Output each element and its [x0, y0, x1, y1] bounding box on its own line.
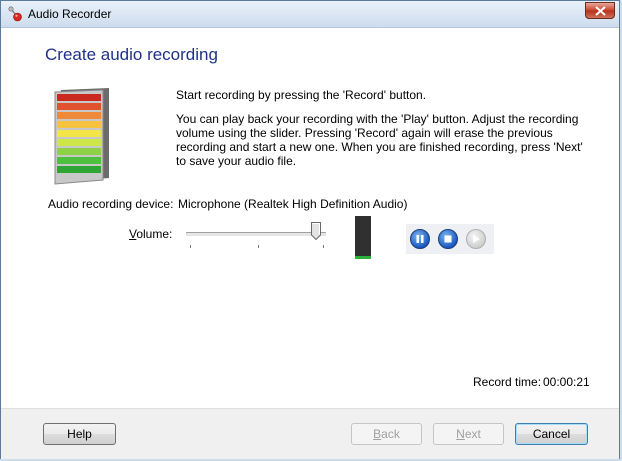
- microphone-app-icon: [8, 6, 22, 22]
- close-icon: [595, 6, 606, 16]
- record-time-value: 00:00:21: [543, 375, 590, 389]
- volume-label: Volume:: [129, 227, 172, 241]
- main-content: Create audio recording Start recording b…: [1, 28, 619, 408]
- help-button[interactable]: Help: [43, 423, 116, 445]
- slider-tick: [190, 245, 191, 248]
- play-icon: [473, 235, 480, 243]
- slider-track: [186, 232, 326, 237]
- slider-tick: [323, 245, 324, 248]
- pause-button[interactable]: [410, 229, 430, 249]
- next-label-rest: ext: [464, 427, 481, 441]
- volume-slider[interactable]: [184, 218, 336, 250]
- back-mnemonic: B: [373, 427, 382, 441]
- record-time-label: Record time:: [473, 375, 542, 389]
- slider-thumb[interactable]: [311, 222, 321, 240]
- back-button[interactable]: Back: [351, 423, 422, 445]
- next-button[interactable]: Next: [433, 423, 504, 445]
- transport-controls: [406, 224, 494, 254]
- close-button[interactable]: [585, 2, 615, 19]
- audio-level-icon: [54, 88, 109, 185]
- device-label: Audio recording device:: [48, 197, 174, 211]
- stop-icon: [444, 235, 452, 243]
- input-level-meter: [355, 216, 371, 259]
- title-bar[interactable]: Audio Recorder: [1, 1, 619, 28]
- intro-text: Start recording by pressing the 'Record'…: [176, 88, 427, 102]
- input-level-fill: [355, 256, 371, 259]
- back-label-rest: ack: [381, 427, 400, 441]
- slider-tick: [258, 245, 259, 248]
- volume-label-rest: olume:: [136, 227, 173, 241]
- next-mnemonic: N: [456, 427, 465, 441]
- play-button[interactable]: [466, 229, 486, 249]
- cancel-button[interactable]: Cancel: [515, 423, 588, 445]
- button-bar: Help Back Next Cancel: [1, 408, 619, 459]
- window-title: Audio Recorder: [28, 7, 112, 21]
- stop-button[interactable]: [438, 229, 458, 249]
- pause-icon: [416, 235, 424, 243]
- audio-recorder-window: Audio Recorder Create audio recording St…: [0, 0, 620, 459]
- instructions-text: You can play back your recording with th…: [176, 112, 583, 168]
- page-title: Create audio recording: [45, 45, 218, 64]
- device-value: Microphone (Realtek High Definition Audi…: [178, 197, 408, 211]
